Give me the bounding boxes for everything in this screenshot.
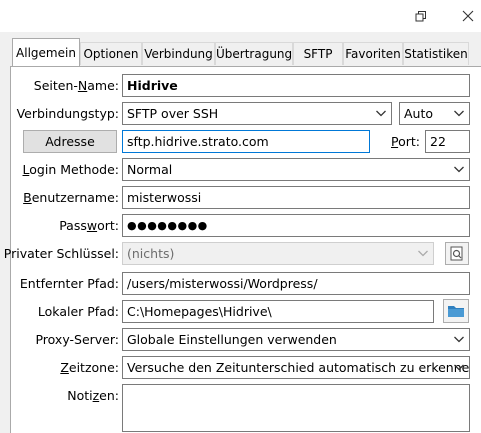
address-input[interactable]: sftp.hidrive.strato.com [122, 130, 370, 153]
connection-type-label: Verbindungstyp: [16, 106, 119, 121]
tab-strip: Allgemein Optionen Verbindung Übertragun… [0, 33, 481, 67]
connection-type-select[interactable]: SFTP over SSH [122, 102, 392, 125]
site-name-label: Seiten-Name: [33, 78, 119, 93]
restore-icon[interactable] [411, 6, 431, 26]
tab-verbindung[interactable]: Verbindung [142, 42, 215, 65]
site-name-input[interactable]: Hidrive [122, 74, 470, 97]
proxy-label: Proxy-Server: [35, 332, 119, 347]
timezone-label: Zeitzone: [60, 360, 119, 375]
chevron-down-icon [417, 243, 429, 264]
connection-mode-select[interactable]: Auto [399, 102, 470, 125]
private-key-value: (nichts) [127, 246, 175, 261]
tab-favoriten[interactable]: Favoriten [343, 42, 403, 65]
title-bar [0, 0, 481, 32]
folder-icon [444, 306, 468, 325]
private-key-browse-button[interactable] [445, 242, 469, 265]
tab-sftp[interactable]: SFTP [293, 42, 343, 65]
chevron-down-icon [453, 329, 465, 350]
port-label: Port: [391, 134, 420, 149]
login-method-label: Login Methode: [22, 162, 119, 177]
chevron-down-icon [375, 103, 387, 124]
password-label: Passwort: [59, 218, 119, 233]
username-input[interactable]: misterwossi [122, 186, 470, 209]
proxy-value: Globale Einstellungen verwenden [127, 332, 337, 347]
close-icon[interactable] [458, 6, 478, 26]
local-path-label: Lokaler Pfad: [37, 304, 119, 319]
chevron-down-icon [453, 357, 465, 378]
tab-optionen[interactable]: Optionen [80, 42, 142, 65]
tab-allgemein[interactable]: Allgemein [12, 38, 80, 66]
chevron-down-icon [453, 159, 465, 180]
remote-path-input[interactable]: /users/misterwossi/Wordpress/ [122, 272, 470, 295]
username-label: Benutzername: [23, 190, 119, 205]
tab-statistiken[interactable]: Statistiken [403, 42, 469, 65]
port-input[interactable]: 22 [425, 130, 470, 153]
private-key-label: Privater Schlüssel: [3, 246, 119, 261]
connection-type-value: SFTP over SSH [127, 106, 219, 121]
timezone-value: Versuche den Zeitunterschied automatisch… [127, 360, 470, 375]
login-method-select[interactable]: Normal [122, 158, 470, 181]
key-file-icon [446, 246, 468, 267]
password-input[interactable]: ●●●●●●●● [122, 214, 470, 237]
local-path-browse-button[interactable] [443, 299, 469, 323]
address-button[interactable]: Adresse [23, 130, 117, 153]
timezone-select[interactable]: Versuche den Zeitunterschied automatisch… [122, 356, 470, 379]
private-key-select: (nichts) [122, 242, 434, 265]
remote-path-label: Entfernter Pfad: [19, 276, 119, 291]
login-method-value: Normal [127, 162, 173, 177]
notes-label: Notizen: [67, 388, 119, 403]
proxy-select[interactable]: Globale Einstellungen verwenden [122, 328, 470, 351]
connection-mode-value: Auto [404, 106, 434, 121]
chevron-down-icon [453, 103, 465, 124]
notes-textarea[interactable] [122, 384, 470, 432]
local-path-input[interactable]: C:\Homepages\Hidrive\ [122, 300, 434, 323]
tab-uebertragung[interactable]: Übertragung [215, 42, 293, 65]
